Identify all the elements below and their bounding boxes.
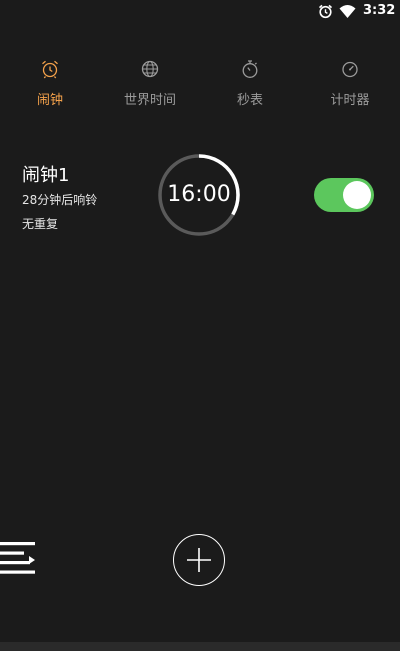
- alarm-title: 闹钟1: [22, 165, 70, 186]
- tab-world-time[interactable]: 世界时间: [100, 56, 200, 108]
- tab-label: 计时器: [330, 93, 370, 108]
- alarm-icon: [318, 4, 333, 23]
- alarm-time: 16:00: [167, 182, 231, 207]
- tab-label: 秒表: [236, 93, 263, 108]
- stopwatch-icon: [200, 59, 300, 83]
- tab-alarm[interactable]: 闹钟: [0, 56, 100, 108]
- status-time: 3:32: [363, 3, 396, 18]
- wifi-icon: [339, 4, 356, 23]
- alarm-countdown: 28分钟后响铃: [22, 193, 98, 207]
- alarm-clock-icon: [0, 59, 100, 83]
- tab-label: 世界时间: [123, 93, 176, 108]
- globe-icon: [100, 59, 200, 83]
- plus-icon: [187, 548, 211, 572]
- tab-timer[interactable]: 计时器: [300, 56, 400, 108]
- tab-stopwatch[interactable]: 秒表: [200, 56, 300, 108]
- alarm-repeat: 无重复: [22, 217, 59, 231]
- menu-icon[interactable]: [0, 540, 40, 578]
- tab-label: 闹钟: [36, 93, 63, 108]
- system-nav-bar: [0, 642, 400, 651]
- tab-bar: 闹钟 世界时间 秒表 计时器: [0, 56, 400, 108]
- add-alarm-button[interactable]: [173, 534, 225, 586]
- toggle-knob: [343, 181, 371, 209]
- alarm-toggle[interactable]: [314, 178, 374, 212]
- status-bar: 3:32: [0, 0, 400, 24]
- timer-icon: [300, 59, 400, 83]
- alarm-item[interactable]: 闹钟1 28分钟后响铃 无重复 16:00: [0, 150, 400, 242]
